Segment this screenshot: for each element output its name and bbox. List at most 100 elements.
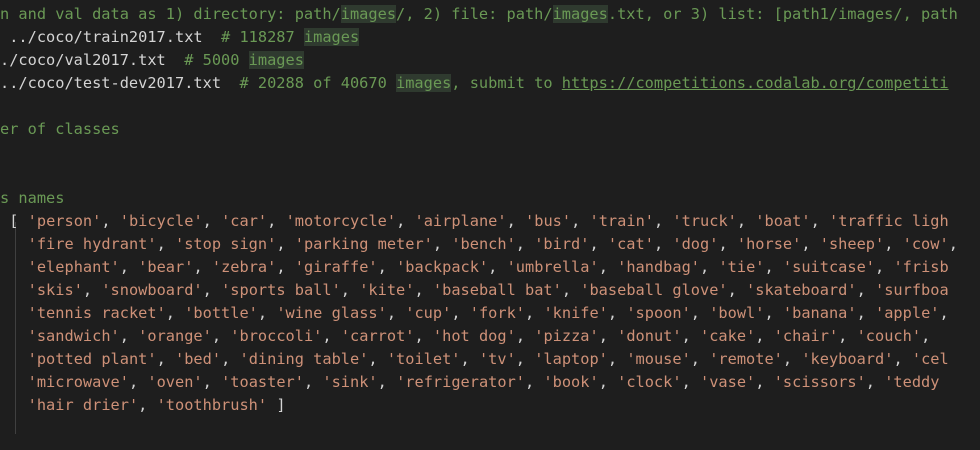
- names-line: 'potted plant', 'bed', 'dining table', '…: [27, 350, 949, 368]
- class-name-string: 'skateboard': [746, 281, 857, 299]
- class-name-string: 'airplane': [414, 212, 507, 230]
- class-name-string: 'surfboa: [874, 281, 949, 299]
- class-name-string: 'banana': [782, 304, 857, 322]
- comment-text: # 5000: [165, 51, 249, 69]
- comment-text: .txt, or 3) list: [path1/images/, path: [607, 5, 958, 23]
- class-name-string: 'pizza': [534, 327, 599, 345]
- class-name-string: 'hot dog': [432, 327, 516, 345]
- class-name-string: 'parking meter': [294, 235, 433, 253]
- class-name-string: 'boat': [755, 212, 811, 230]
- class-name-string: 'horse': [736, 235, 802, 253]
- class-name-string: 'fork': [469, 304, 526, 322]
- class-name-string: 'motorcycle': [285, 212, 397, 230]
- names-line: 'microwave', 'oven', 'toaster', 'sink', …: [27, 373, 940, 391]
- class-name-string: 'bird': [534, 235, 590, 253]
- class-name-string: 'couch': [856, 327, 922, 345]
- class-name-string: 'apple': [875, 304, 940, 322]
- class-name-string: 'cow': [902, 235, 949, 253]
- names-line: 'hair drier', 'toothbrush' ]: [27, 396, 286, 414]
- class-name-string: 'toilet': [386, 350, 461, 368]
- class-name-string: 'kite': [359, 281, 415, 299]
- class-name-string: 'book': [543, 373, 599, 391]
- class-name-string: 'microwave': [27, 373, 129, 391]
- class-name-string: 'stop sign': [175, 235, 277, 253]
- class-name-string: 'umbrella': [506, 258, 599, 276]
- class-name-string: 'person': [27, 212, 102, 230]
- code-line-test: ../coco/test-dev2017.txt # 20288 of 4067…: [0, 72, 980, 95]
- class-name-string: 'dog': [672, 235, 719, 253]
- class-name-string: 'refrigerator': [396, 373, 525, 391]
- class-name-string: 'teddy: [884, 373, 940, 391]
- names-line: 'skis', 'snowboard', 'sports ball', 'kit…: [27, 281, 949, 299]
- comment-text: , submit to: [451, 74, 562, 92]
- class-name-string: 'laptop': [534, 350, 608, 368]
- class-name-string: 'suitcase': [782, 258, 876, 276]
- class-name-string: 'truck': [672, 212, 737, 230]
- class-name-string: 'knife': [543, 304, 608, 322]
- class-name-string: 'baseball bat': [432, 281, 562, 299]
- class-name-string: 'donut': [617, 327, 682, 345]
- class-name-string: 'toothbrush': [156, 396, 268, 414]
- class-name-string: 'frisb: [893, 258, 949, 276]
- class-name-string: 'vase': [700, 373, 756, 391]
- comment-text: s names: [0, 189, 65, 207]
- class-name-string: 'carrot': [340, 327, 415, 345]
- class-name-string: 'sports ball': [221, 281, 341, 299]
- class-name-string: 'wine glass': [276, 304, 387, 322]
- class-name-string: 'hair drier': [27, 396, 139, 414]
- class-name-string: 'bottle': [184, 304, 258, 322]
- class-name-string: 'elephant': [27, 258, 120, 276]
- search-highlight: images: [396, 74, 452, 92]
- search-highlight: images: [552, 5, 608, 23]
- class-name-string: 'bench': [451, 235, 516, 253]
- code-line-train: ../coco/train2017.txt # 118287 images: [0, 26, 980, 49]
- class-name-string: 'bicycle': [119, 212, 203, 230]
- class-name-string: 'sheep': [819, 235, 885, 253]
- class-name-string: 'tie': [718, 258, 765, 276]
- class-name-string: 'spoon': [626, 304, 691, 322]
- class-name-string: 'cup': [405, 304, 452, 322]
- class-name-string: 'remote': [709, 350, 783, 368]
- comment-text: # 20288 of 40670: [221, 74, 397, 92]
- class-name-string: 'fire hydrant': [27, 235, 157, 253]
- search-highlight: images: [303, 28, 360, 46]
- class-name-string: 'skis': [27, 281, 83, 299]
- names-line: [ 'person', 'bicycle', 'car', 'motorcycl…: [9, 212, 949, 230]
- close-bracket: ]: [276, 396, 286, 414]
- class-name-string: 'baseball glove': [580, 281, 728, 299]
- class-name-string: 'toaster': [221, 373, 304, 391]
- class-name-string: 'car': [221, 212, 268, 230]
- class-name-string: 'clock': [617, 373, 682, 391]
- names-line: 'sandwich', 'orange', 'broccoli', 'carro…: [27, 327, 940, 345]
- competition-link[interactable]: https://competitions.codalab.org/competi…: [562, 74, 949, 92]
- class-name-string: 'cel: [911, 350, 949, 368]
- code-line-names-comment: s names: [0, 187, 980, 210]
- comment-text: er of classes: [0, 120, 120, 138]
- comment-text: # 118287: [202, 28, 304, 46]
- names-line: 'elephant', 'bear', 'zebra', 'giraffe', …: [27, 258, 949, 276]
- train-path: ../coco/train2017.txt: [0, 28, 203, 46]
- class-name-string: 'snowboard': [101, 281, 203, 299]
- class-name-string: 'tv': [478, 350, 516, 368]
- names-line: 'fire hydrant', 'stop sign', 'parking me…: [27, 235, 968, 253]
- comment-text: n and val data as 1) directory: path/: [0, 5, 341, 23]
- class-name-string: 'bus': [525, 212, 572, 230]
- class-name-string: 'cat': [607, 235, 654, 253]
- comment-text: .: [0, 442, 27, 450]
- class-name-string: 'bowl': [709, 304, 765, 322]
- class-name-string: 'train': [589, 212, 654, 230]
- comment-text: /, 2) file: path/: [396, 5, 553, 23]
- search-highlight: images: [248, 51, 304, 69]
- class-name-string: 'giraffe': [294, 258, 378, 276]
- class-name-string: 'bear': [138, 258, 194, 276]
- code-line-partial: .: [0, 440, 980, 450]
- val-path: ./coco/val2017.txt: [0, 51, 166, 69]
- code-line-nc-comment: er of classes: [0, 118, 980, 141]
- class-name-string: 'cake': [700, 327, 756, 345]
- code-line-val: ./coco/val2017.txt # 5000 images: [0, 49, 980, 72]
- class-name-string: 'potted plant': [27, 350, 157, 368]
- class-name-string: 'sandwich': [27, 327, 120, 345]
- class-name-string: 'traffic ligh: [828, 212, 949, 230]
- class-name-string: 'chair': [773, 327, 839, 345]
- code-editor[interactable]: n and val data as 1) directory: path/ima…: [0, 0, 980, 450]
